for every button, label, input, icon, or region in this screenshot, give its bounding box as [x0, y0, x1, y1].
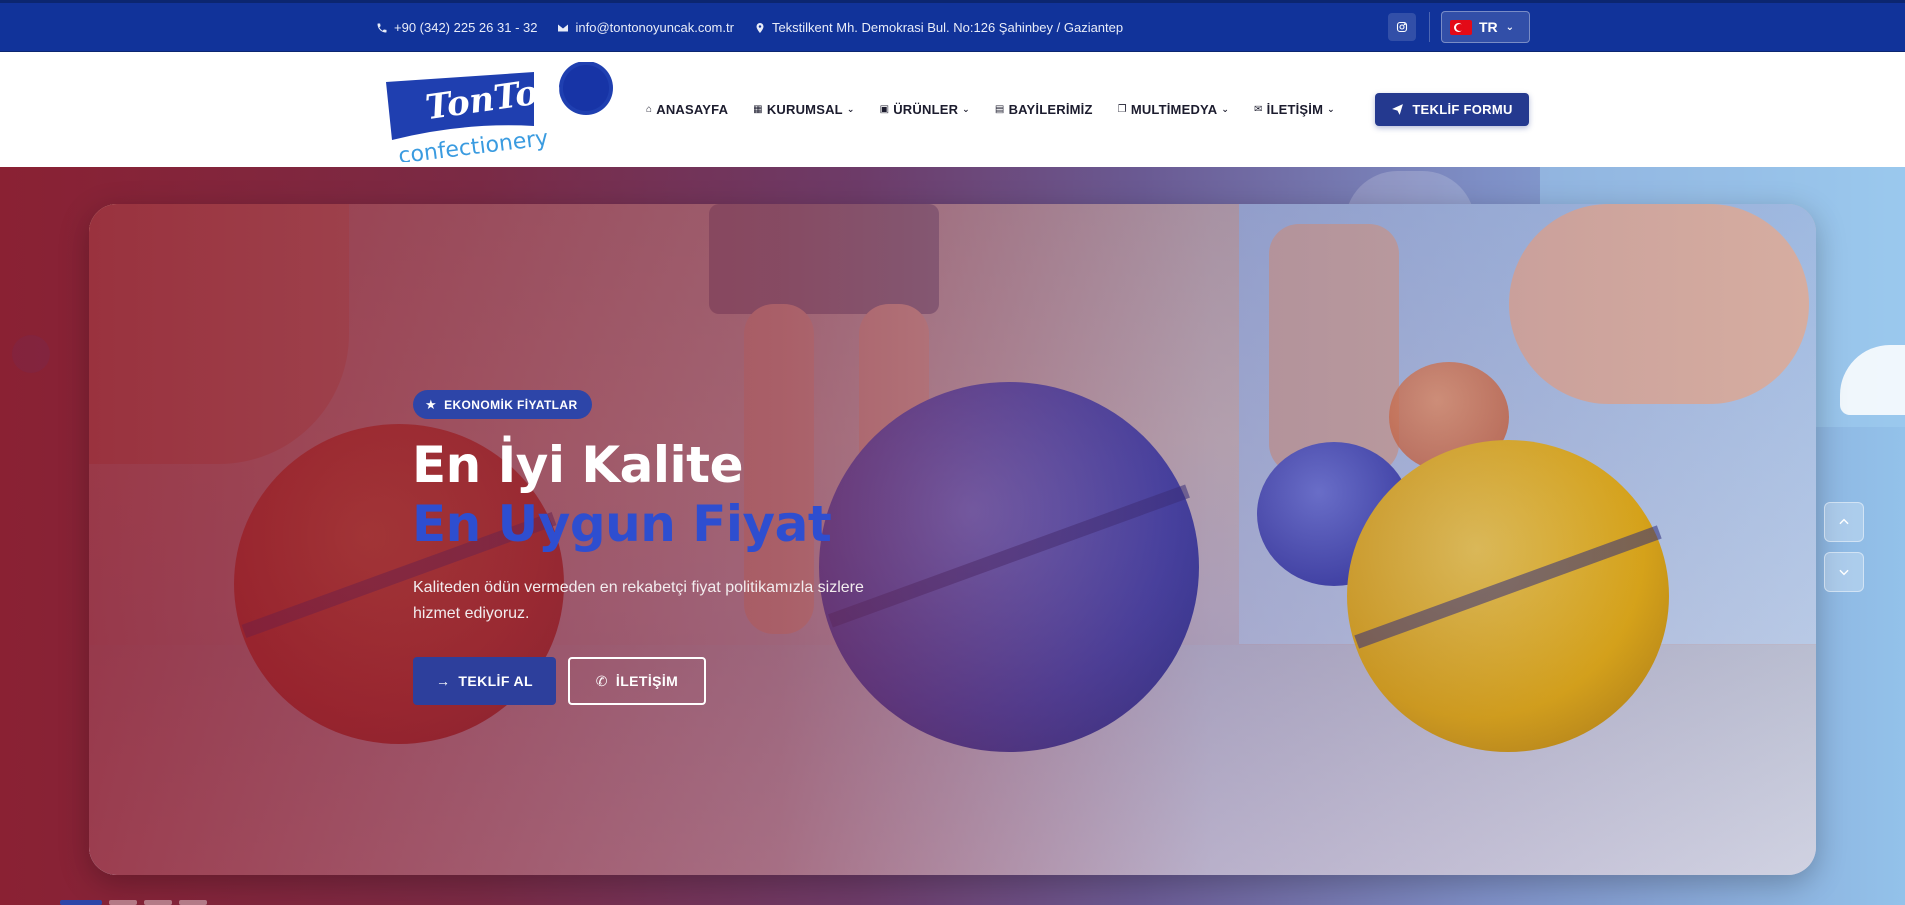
nav-item-home[interactable]: ⌂ ANASAYFA — [646, 102, 728, 117]
nav-item-contact[interactable]: ✉ İLETİŞİM ⌄ — [1254, 102, 1335, 117]
chevron-down-icon — [1839, 569, 1849, 576]
images-icon: ❐ — [1117, 104, 1127, 115]
email-link[interactable]: info@tontonoyuncak.com.tr — [557, 20, 734, 35]
hero-title-line1: En İyi Kalite — [412, 436, 743, 494]
email-text: info@tontonoyuncak.com.tr — [575, 20, 734, 35]
nav-label: MULTİMEDYA — [1130, 102, 1218, 117]
instagram-button[interactable] — [1388, 13, 1416, 41]
button-label: TEKLİF AL — [458, 673, 534, 689]
address-link[interactable]: Tekstilkent Mh. Demokrasi Bul. No:126 Şa… — [754, 20, 1123, 35]
badge-label: EKONOMİK FİYATLAR — [444, 397, 578, 412]
slider-next-button[interactable] — [1824, 552, 1864, 592]
tonton-logo-icon: TonTon confectionery — [386, 61, 613, 169]
phone-link[interactable]: +90 (342) 225 26 31 - 32 — [376, 20, 537, 35]
address-text: Tekstilkent Mh. Demokrasi Bul. No:126 Şa… — [771, 20, 1124, 35]
phone-icon: ✆ — [595, 672, 608, 689]
box-icon: ▣ — [879, 104, 890, 115]
language-label: TR — [1479, 19, 1498, 35]
chevron-down-icon: ⌄ — [1221, 104, 1230, 114]
top-info-bar: +90 (342) 225 26 31 - 32 info@tontonoyun… — [0, 0, 1905, 52]
envelope-icon — [558, 24, 569, 31]
language-selector[interactable]: TR ⌄ — [1441, 11, 1530, 43]
decorative-circle — [12, 335, 50, 373]
hero-title-line2: En Uygun Fiyat — [412, 495, 832, 553]
slider-prev-button[interactable] — [1824, 502, 1864, 542]
button-label: İLETİŞİM — [615, 673, 679, 689]
contact-button[interactable]: ✆ İLETİŞİM — [568, 657, 706, 705]
nav-label: ANASAYFA — [656, 102, 729, 117]
hero-badge: ★ EKONOMİK FİYATLAR — [413, 390, 592, 419]
get-quote-button[interactable]: → TEKLİF AL — [413, 657, 556, 705]
home-icon: ⌂ — [646, 104, 653, 115]
instagram-icon — [1396, 21, 1408, 33]
divider — [1429, 12, 1430, 42]
nav-item-dealers[interactable]: ▤ BAYİLERİMİZ — [995, 102, 1093, 117]
paper-plane-icon — [1392, 104, 1404, 115]
chevron-up-icon — [1839, 518, 1849, 525]
chevron-down-icon: ⌄ — [1505, 21, 1515, 33]
slider-dot[interactable] — [109, 900, 137, 905]
main-navigation: ⌂ ANASAYFA ▦ KURUMSAL ⌄ ▣ ÜRÜNLER ⌄ ▤ BA… — [646, 52, 1360, 167]
chevron-down-icon: ⌄ — [846, 104, 855, 114]
map-marker-icon — [756, 22, 764, 33]
building-icon: ▦ — [753, 104, 763, 115]
nav-item-corporate[interactable]: ▦ KURUMSAL ⌄ — [753, 102, 854, 117]
envelope-icon: ✉ — [1254, 104, 1263, 115]
slider-dot[interactable] — [60, 900, 102, 905]
nav-label: BAYİLERİMİZ — [1008, 102, 1093, 117]
nav-label: İLETİŞİM — [1266, 102, 1324, 117]
chevron-down-icon: ⌄ — [1327, 104, 1335, 114]
hero-description: Kaliteden ödün vermeden en rekabetçi fiy… — [413, 579, 864, 622]
hero-slider — [0, 167, 1905, 905]
cta-label: TEKLİF FORMU — [1412, 102, 1513, 117]
slider-dot[interactable] — [144, 900, 172, 905]
slider-pagination — [60, 900, 214, 905]
phone-icon — [377, 23, 387, 32]
star-icon: ★ — [425, 396, 438, 412]
site-logo[interactable]: TonTon confectionery — [384, 61, 614, 169]
main-header: TonTon confectionery ⌂ ANASAYFA ▦ KURUMS… — [0, 52, 1905, 169]
chevron-down-icon: ⌄ — [962, 104, 970, 114]
phone-text: +90 (342) 225 26 31 - 32 — [394, 20, 538, 35]
quote-form-button[interactable]: TEKLİF FORMU — [1375, 93, 1529, 126]
nav-label: KURUMSAL — [766, 102, 843, 117]
nav-item-products[interactable]: ▣ ÜRÜNLER ⌄ — [880, 102, 970, 117]
nav-label: ÜRÜNLER — [893, 102, 959, 117]
store-icon: ▤ — [994, 104, 1005, 115]
hero-image-kids-with-balls — [89, 204, 1816, 875]
arrow-right-icon: → — [435, 673, 451, 689]
slider-dot[interactable] — [179, 900, 207, 905]
nav-item-multimedia[interactable]: ❐ MULTİMEDYA ⌄ — [1118, 102, 1229, 117]
turkey-flag-icon — [1450, 19, 1472, 35]
